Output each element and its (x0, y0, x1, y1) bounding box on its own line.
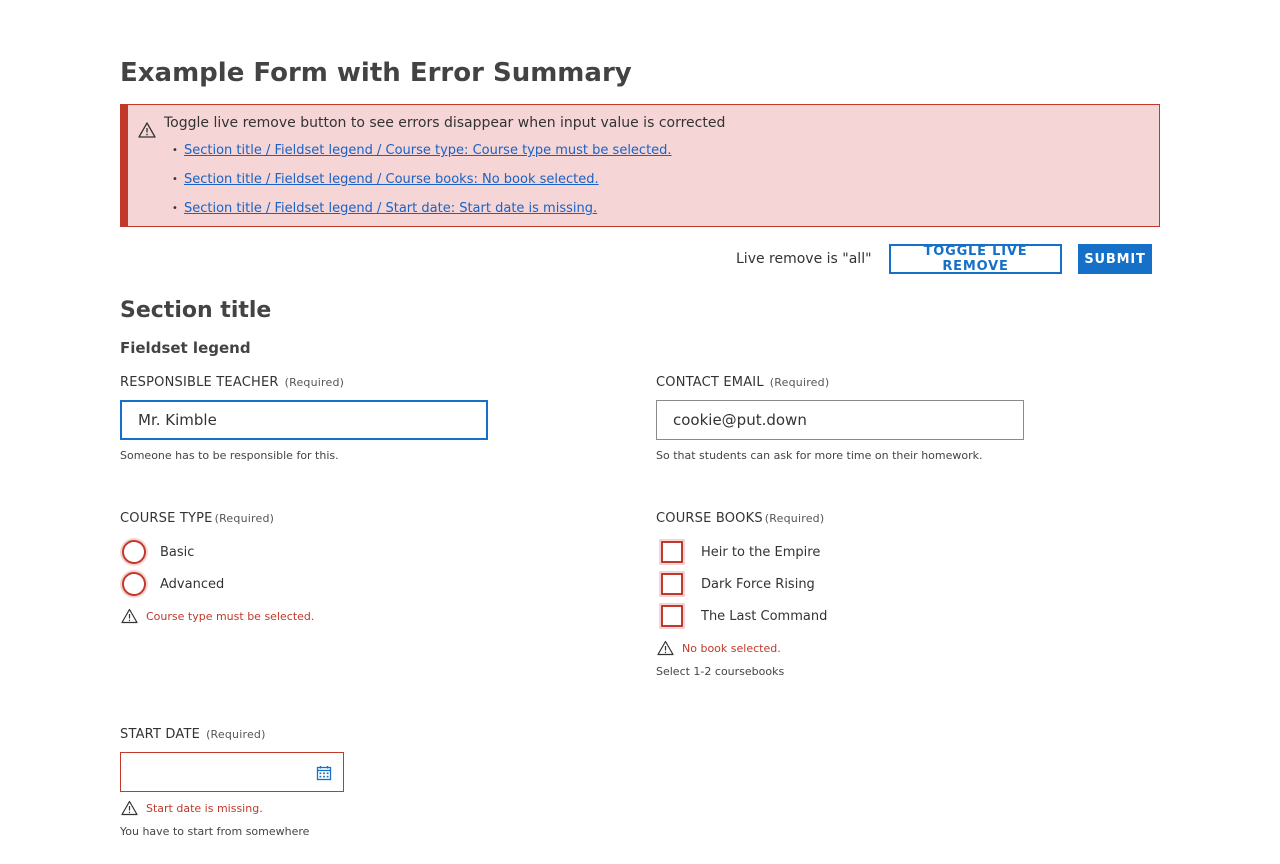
course-type-label: COURSE TYPE (Required) (120, 511, 274, 526)
checkbox-dark-force-label: Dark Force Rising (701, 576, 815, 592)
error-summary: Toggle live remove button to see errors … (120, 104, 1160, 227)
required-marker: (Required) (284, 376, 345, 389)
required-marker: (Required) (764, 512, 825, 525)
error-warning-icon (657, 640, 674, 656)
calendar-icon[interactable] (316, 765, 332, 781)
error-summary-heading: Toggle live remove button to see errors … (164, 115, 726, 131)
teacher-label-text: RESPONSIBLE TEACHER (120, 375, 279, 390)
error-warning-icon (121, 800, 138, 816)
error-summary-list: Section title / Fieldset legend / Course… (172, 141, 672, 228)
radio-advanced[interactable] (122, 572, 146, 596)
email-label-text: CONTACT EMAIL (656, 375, 764, 390)
fieldset-legend: Fieldset legend (120, 339, 251, 357)
radio-option-basic[interactable]: Basic (122, 540, 194, 564)
required-marker: (Required) (769, 376, 830, 389)
course-type-error-text: Course type must be selected. (146, 609, 315, 623)
error-summary-item: Section title / Fieldset legend / Start … (172, 199, 672, 228)
start-date-label-text: START DATE (120, 727, 201, 742)
error-summary-item: Section title / Fieldset legend / Course… (172, 170, 672, 199)
course-books-label: COURSE BOOKS (Required) (656, 511, 824, 526)
live-remove-status: Live remove is "all" (736, 251, 872, 267)
start-date-error-text: Start date is missing. (146, 801, 263, 815)
checkbox-option-dark-force[interactable]: Dark Force Rising (661, 572, 815, 596)
required-marker: (Required) (214, 512, 275, 525)
teacher-help: Someone has to be responsible for this. (120, 449, 339, 462)
course-books-label-text: COURSE BOOKS (656, 511, 763, 526)
page-title: Example Form with Error Summary (120, 58, 632, 88)
error-link-start-date[interactable]: Section title / Fieldset legend / Start … (184, 201, 597, 216)
radio-basic[interactable] (122, 540, 146, 564)
start-date-input[interactable] (120, 752, 344, 792)
teacher-input[interactable] (120, 400, 488, 440)
radio-advanced-label: Advanced (160, 576, 225, 592)
course-type-label-text: COURSE TYPE (120, 511, 213, 526)
checkbox-heir-label: Heir to the Empire (701, 544, 821, 560)
error-warning-icon (121, 608, 138, 624)
error-link-course-books[interactable]: Section title / Fieldset legend / Course… (184, 172, 599, 187)
checkbox-dark-force[interactable] (661, 573, 683, 595)
checkbox-option-heir[interactable]: Heir to the Empire (661, 540, 820, 564)
email-label: CONTACT EMAIL (Required) (656, 375, 829, 390)
checkbox-option-last-command[interactable]: The Last Command (661, 604, 827, 628)
course-books-error-text: No book selected. (682, 641, 781, 655)
radio-basic-label: Basic (160, 544, 195, 560)
radio-option-advanced[interactable]: Advanced (122, 572, 224, 596)
email-input[interactable] (656, 400, 1024, 440)
course-type-error: Course type must be selected. (121, 608, 314, 624)
start-date-help: You have to start from somewhere (120, 825, 310, 838)
required-marker: (Required) (206, 728, 266, 741)
checkbox-last-command[interactable] (661, 605, 683, 627)
toggle-live-remove-button[interactable]: Toggle live remove (889, 244, 1062, 274)
checkbox-heir[interactable] (661, 541, 683, 563)
email-help: So that students can ask for more time o… (656, 449, 983, 462)
course-books-help: Select 1-2 coursebooks (656, 665, 785, 678)
error-summary-item: Section title / Fieldset legend / Course… (172, 141, 672, 170)
submit-button[interactable]: Submit (1078, 244, 1152, 274)
course-books-error: No book selected. (657, 640, 781, 656)
start-date-error: Start date is missing. (121, 800, 263, 816)
start-date-label: START DATE (Required) (120, 727, 266, 742)
warning-icon (138, 122, 156, 138)
teacher-label: RESPONSIBLE TEACHER (Required) (120, 375, 344, 390)
error-link-course-type[interactable]: Section title / Fieldset legend / Course… (184, 143, 672, 158)
checkbox-last-command-label: The Last Command (701, 608, 828, 624)
section-title: Section title (120, 298, 272, 323)
